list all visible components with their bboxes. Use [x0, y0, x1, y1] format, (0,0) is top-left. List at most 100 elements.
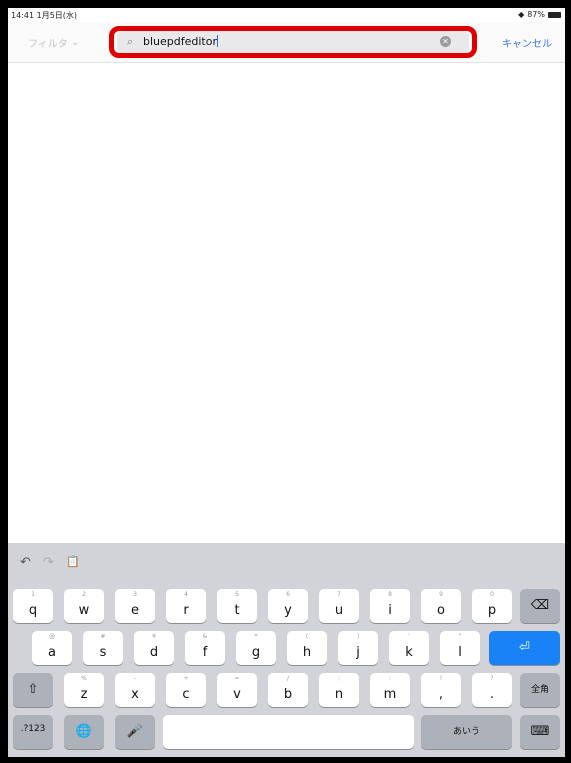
key-label: c [182, 687, 190, 702]
key-row-4: .?123 🌐 🎤 あいう ⌨ [8, 715, 565, 749]
key-secondary-label: * [254, 633, 258, 640]
key-secondary-label: 0 [490, 591, 494, 598]
hide-keyboard-key[interactable]: ⌨ [520, 715, 560, 749]
undo-icon[interactable]: ↶ [20, 555, 31, 570]
key-secondary-label: 3 [133, 591, 137, 598]
globe-key[interactable]: 🌐 [64, 715, 104, 749]
battery-icon [548, 11, 561, 18]
space-key[interactable] [163, 715, 414, 749]
key-secondary-label: " [458, 633, 462, 640]
microphone-icon: 🎤 [126, 724, 144, 739]
key-label: q [28, 603, 38, 618]
key-label: , [438, 687, 444, 702]
key-secondary-label: 4 [184, 591, 188, 598]
key-u[interactable]: 7u [319, 589, 359, 623]
key-d[interactable]: ¥ d [134, 631, 174, 665]
time-text: 14:41 [11, 11, 35, 20]
key-g[interactable]: * g [236, 631, 276, 665]
key-l[interactable]: " l [440, 631, 480, 665]
key-m[interactable]: :m [370, 673, 410, 707]
key-comma[interactable]: !, [421, 673, 461, 707]
key-secondary-label: ; [337, 675, 341, 682]
key-label: i [388, 603, 392, 618]
key-p[interactable]: 0p [472, 589, 512, 623]
key-w[interactable]: 2w [64, 589, 104, 623]
numbers-label: .?123 [20, 724, 46, 734]
key-a[interactable]: @ a [32, 631, 72, 665]
key-label: l [458, 645, 462, 660]
key-secondary-label: & [202, 633, 208, 640]
key-period[interactable]: ?. [472, 673, 512, 707]
key-label: y [284, 603, 292, 618]
key-secondary-label: 5 [235, 591, 239, 598]
key-b[interactable]: / b [268, 673, 308, 707]
key-label: h [302, 645, 312, 660]
key-secondary-label: 9 [439, 591, 443, 598]
key-secondary-label: ) [356, 633, 360, 640]
key-secondary-label: 7 [337, 591, 341, 598]
search-input[interactable]: bluepdfeditor [143, 35, 218, 48]
key-label: f [202, 645, 208, 660]
key-label: n [334, 687, 344, 702]
mic-key[interactable]: 🎤 [115, 715, 155, 749]
key-secondary-label: ! [439, 675, 443, 682]
clear-search-icon[interactable]: ✕ [440, 36, 451, 47]
key-j[interactable]: ) j [338, 631, 378, 665]
backspace-key[interactable]: ⌫ [520, 589, 560, 623]
cancel-button[interactable]: キャンセル [502, 35, 552, 50]
key-secondary-label: 8 [388, 591, 392, 598]
return-key[interactable]: ⏎ [489, 631, 560, 665]
key-label: t [234, 603, 240, 618]
key-row-1: 1q 2w 3e 4r 5t 6y 7u 8i 9o 0p ⌫ [8, 589, 565, 623]
key-label: a [48, 645, 56, 660]
zenkaku-key[interactable]: 全角 [520, 673, 560, 707]
key-label: j [356, 645, 360, 660]
key-v[interactable]: = v [217, 673, 257, 707]
key-secondary-label: 1 [31, 591, 35, 598]
key-t[interactable]: 5t [217, 589, 257, 623]
key-secondary-label: @ [49, 633, 55, 640]
key-h[interactable]: (h [287, 631, 327, 665]
key-label: e [131, 603, 139, 618]
key-e[interactable]: 3e [115, 589, 155, 623]
key-f[interactable]: & f [185, 631, 225, 665]
key-label: w [78, 603, 90, 618]
key-r[interactable]: 4r [166, 589, 206, 623]
key-z[interactable]: % z [64, 673, 104, 707]
key-secondary-label: # [100, 633, 106, 640]
paste-icon[interactable]: 📋 [66, 555, 80, 568]
date-text: 1月5日(水) [36, 11, 78, 20]
key-i[interactable]: 8i [370, 589, 410, 623]
key-s[interactable]: # s [83, 631, 123, 665]
key-secondary-label: - [133, 675, 137, 682]
key-k[interactable]: ' k [389, 631, 429, 665]
shift-icon: ⇧ [27, 682, 39, 697]
key-label: v [233, 687, 241, 702]
key-secondary-label: 2 [82, 591, 86, 598]
key-o[interactable]: 9o [421, 589, 461, 623]
key-n[interactable]: ; n [319, 673, 359, 707]
key-label: k [405, 645, 413, 660]
return-icon: ⏎ [519, 640, 530, 655]
key-label: p [487, 603, 497, 618]
key-y[interactable]: 6y [268, 589, 308, 623]
redo-icon[interactable]: ↷ [43, 555, 54, 570]
key-secondary-label: / [286, 675, 290, 682]
key-label: b [283, 687, 293, 702]
key-secondary-label: = [234, 675, 240, 682]
numbers-key[interactable]: .?123 [13, 715, 53, 749]
filter-button[interactable]: フィルタ ⌄ [28, 35, 79, 50]
key-c[interactable]: + c [166, 673, 206, 707]
key-x[interactable]: -x [115, 673, 155, 707]
key-q[interactable]: 1q [13, 589, 53, 623]
shift-key[interactable]: ⇧ [13, 673, 53, 707]
search-icon: ⌕ [127, 35, 134, 48]
kana-key[interactable]: あいう [421, 715, 512, 749]
key-label: x [131, 687, 139, 702]
key-secondary-label: ¥ [152, 633, 156, 640]
search-field[interactable]: ⌕ bluepdfeditor ✕ [117, 31, 469, 53]
keyboard-toolbar: ↶ ↷ 📋 [8, 543, 565, 581]
kana-label: あいう [452, 727, 480, 737]
key-secondary-label: % [81, 675, 87, 682]
key-label: z [80, 687, 88, 702]
